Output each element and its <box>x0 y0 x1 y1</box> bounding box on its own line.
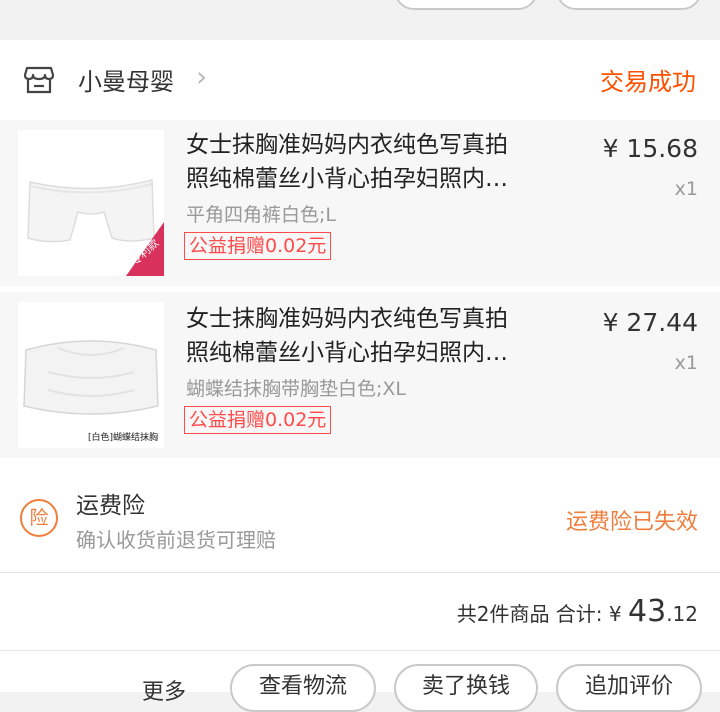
product-sku: 平角四角裤白色;L <box>186 204 336 226</box>
more-button[interactable]: 更多 <box>142 674 186 706</box>
shop-icon <box>24 66 54 94</box>
insurance-description: 确认收货前退货可理赔 <box>76 528 276 552</box>
product-title[interactable]: 女士抹胸准妈妈内衣纯色写真拍 照纯棉蕾丝小背心拍孕妇照内… <box>186 302 546 370</box>
product-price: ¥ 27.44 <box>602 308 698 337</box>
add-review-button[interactable]: 追加评价 <box>556 664 702 712</box>
product-thumbnail[interactable]: [白色]蝴蝶结抹胸 <box>18 302 164 448</box>
previous-action-button[interactable] <box>394 0 538 10</box>
item-count-label: 共2件商品 合计: <box>456 602 609 626</box>
product-sku: 蝴蝶结抹胸带胸垫白色;XL <box>186 378 407 400</box>
chevron-right-icon: › <box>196 60 208 93</box>
product-quantity: x1 <box>674 352 698 374</box>
thumbnail-caption: [白色]蝴蝶结抹胸 <box>88 433 159 443</box>
insurance-title: 运费险 <box>76 493 145 519</box>
previous-action-button[interactable] <box>556 0 702 10</box>
product-title[interactable]: 女士抹胸准妈妈内衣纯色写真拍 照纯棉蕾丝小背心拍孕妇照内… <box>186 128 546 196</box>
shop-name[interactable]: 小曼母婴 <box>78 62 174 97</box>
product-title-line: 女士抹胸准妈妈内衣纯色写真拍 <box>186 132 508 158</box>
product-thumbnail[interactable]: 专利款 <box>18 130 164 276</box>
product-title-line: 女士抹胸准妈妈内衣纯色写真拍 <box>186 306 508 332</box>
divider <box>0 650 720 651</box>
order-total: 共2件商品 合计: ¥ 43.12 <box>457 594 698 629</box>
donation-tag: 公益捐赠0.02元 <box>184 232 332 260</box>
insurance-status[interactable]: 运费险已失效 <box>566 504 698 536</box>
divider <box>0 572 720 573</box>
currency-symbol: ¥ <box>608 602 628 626</box>
total-amount-integer: 43 <box>628 594 667 629</box>
view-logistics-button[interactable]: 查看物流 <box>230 664 376 712</box>
total-amount-decimal: .12 <box>666 602 698 626</box>
product-title-line: 照纯棉蕾丝小背心拍孕妇照内… <box>186 340 508 366</box>
donation-tag: 公益捐赠0.02元 <box>184 406 332 434</box>
order-status: 交易成功 <box>600 68 696 96</box>
resell-button[interactable]: 卖了换钱 <box>394 664 538 712</box>
product-quantity: x1 <box>674 178 698 200</box>
product-image-bandeau <box>18 302 164 448</box>
insurance-icon: 险 <box>20 499 58 537</box>
previous-card-fragment <box>0 0 720 40</box>
product-price: ¥ 15.68 <box>602 134 698 163</box>
product-title-line: 照纯棉蕾丝小背心拍孕妇照内… <box>186 166 508 192</box>
